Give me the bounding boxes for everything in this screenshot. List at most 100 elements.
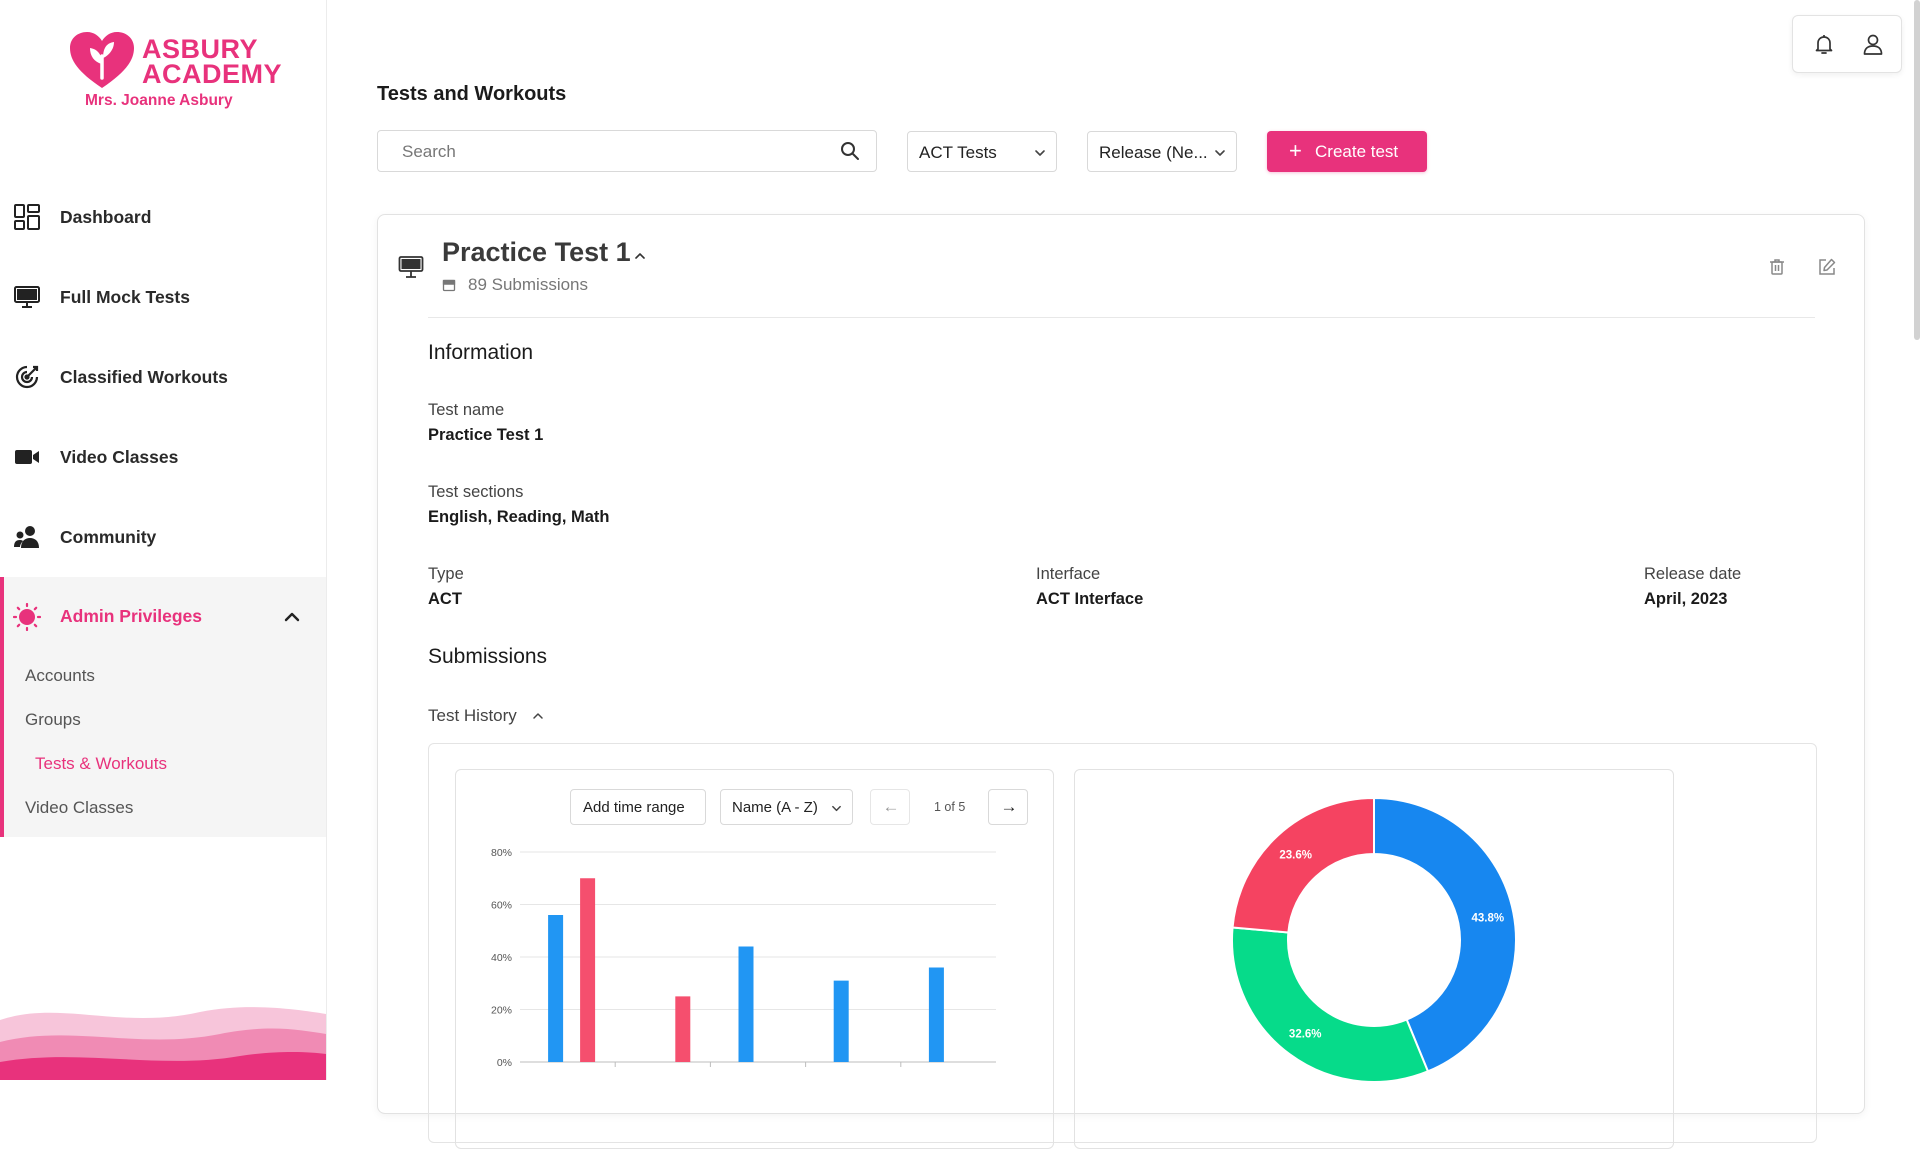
- page-indicator: 1 of 5: [934, 800, 966, 814]
- interface-label: Interface: [1036, 565, 1101, 583]
- select-value: Release (Ne...: [1099, 143, 1208, 162]
- test-card: Practice Test 1 89 Submissions Informati…: [377, 214, 1865, 1149]
- sort-select[interactable]: Release (Ne...: [1087, 131, 1237, 172]
- submissions-heading: Submissions: [428, 645, 548, 668]
- sidebar-item-dashboard[interactable]: Dashboard: [0, 189, 326, 245]
- test-name-label: Test name: [428, 401, 505, 419]
- test-title: Practice Test 1: [442, 237, 631, 267]
- y-tick-label: 80%: [491, 847, 512, 859]
- y-tick-label: 0%: [497, 1057, 512, 1069]
- y-tick-label: 20%: [491, 1005, 512, 1017]
- community-icon: [13, 523, 41, 551]
- sidebar-item-label: Classified Workouts: [60, 366, 228, 387]
- chevron-up-icon[interactable]: [633, 249, 647, 263]
- user-icon[interactable]: [1861, 32, 1885, 56]
- donut-slice[interactable]: [1231, 926, 1430, 1083]
- test-type-select[interactable]: ACT Tests: [907, 131, 1057, 172]
- heart-logo-icon: [70, 32, 134, 88]
- test-history-panel: Add time range Name (A - Z) ← 1 of 5 → 0…: [428, 743, 1817, 1149]
- sidebar-item-label: Video Classes: [60, 446, 179, 467]
- release-date-label: Release date: [1644, 565, 1742, 583]
- bar[interactable]: [548, 915, 564, 1062]
- donut-slice[interactable]: [1231, 796, 1375, 934]
- edit-icon[interactable]: [1817, 257, 1837, 277]
- search-input[interactable]: [377, 130, 877, 172]
- create-test-button[interactable]: + Create test: [1267, 131, 1427, 172]
- sidebar-subitem-video-classes[interactable]: Video Classes: [25, 798, 133, 818]
- sidebar-admin-section: Admin Privileges Accounts Groups Tests &…: [0, 577, 326, 837]
- chevron-down-icon: [832, 805, 841, 812]
- bar[interactable]: [928, 967, 944, 1063]
- arrow-left-icon: ←: [882, 797, 900, 816]
- test-name-value: Practice Test 1: [428, 426, 544, 444]
- bar[interactable]: [833, 980, 849, 1062]
- sidebar-item-community[interactable]: Community: [0, 509, 326, 565]
- target-icon: [13, 363, 41, 391]
- donut-slice-label: 32.6%: [1289, 1028, 1322, 1040]
- brand-owner: Mrs. Joanne Asbury: [85, 92, 233, 109]
- chevron-down-icon: [1035, 150, 1045, 156]
- monitor-icon: [398, 256, 424, 278]
- header-actions: [1792, 15, 1902, 73]
- sidebar-item-label: Full Mock Tests: [60, 286, 190, 307]
- select-value: ACT Tests: [919, 143, 997, 162]
- sort-name-select[interactable]: Name (A - Z): [720, 789, 853, 825]
- chevron-up-icon: [533, 713, 543, 719]
- prev-page-button[interactable]: ←: [870, 789, 910, 825]
- sidebar-item-admin-privileges[interactable]: Admin Privileges: [4, 577, 326, 657]
- page-scrollbar[interactable]: [1914, 0, 1920, 340]
- admin-icon: [13, 603, 41, 631]
- bar[interactable]: [580, 878, 596, 1062]
- information-heading: Information: [428, 341, 534, 364]
- release-date-value: April, 2023: [1644, 590, 1728, 608]
- sidebar-item-full-mock-tests[interactable]: Full Mock Tests: [0, 269, 326, 325]
- arrow-right-icon: →: [1000, 797, 1018, 816]
- test-history-label: Test History: [428, 706, 517, 725]
- sidebar-subitem-groups[interactable]: Groups: [25, 710, 81, 730]
- decorative-waves: [0, 1007, 326, 1080]
- page-title: Tests and Workouts: [377, 83, 567, 105]
- dashboard-icon: [13, 203, 41, 231]
- sidebar-item-label: Dashboard: [60, 206, 152, 227]
- bar[interactable]: [738, 946, 754, 1063]
- sidebar-item-classified-workouts[interactable]: Classified Workouts: [0, 349, 326, 405]
- test-sections-value: English, Reading, Math: [428, 508, 610, 526]
- create-test-label: Create test: [1315, 142, 1399, 161]
- sidebar: ASBURY ACADEMY Mrs. Joanne Asbury Dashbo…: [0, 0, 327, 1080]
- add-time-range-button[interactable]: Add time range: [570, 789, 706, 825]
- y-tick-label: 60%: [491, 900, 512, 912]
- sidebar-item-video-classes[interactable]: Video Classes: [0, 429, 326, 485]
- sidebar-subitem-tests-workouts[interactable]: Tests & Workouts: [35, 754, 167, 774]
- sort-name-label: Name (A - Z): [732, 799, 818, 816]
- y-tick-label: 40%: [491, 952, 512, 964]
- card-divider: [428, 317, 1815, 318]
- sidebar-subitem-accounts[interactable]: Accounts: [25, 666, 95, 686]
- bar[interactable]: [675, 996, 691, 1062]
- donut-chart-card: 43.8% 32.6% 23.6%: [1074, 769, 1674, 1149]
- video-icon: [13, 443, 41, 471]
- search-icon[interactable]: [839, 140, 861, 162]
- type-value: ACT: [428, 590, 462, 608]
- test-history-toggle[interactable]: Test History: [428, 706, 543, 726]
- donut-chart: 43.8% 32.6% 23.6%: [1231, 796, 1517, 1083]
- chevron-down-icon: [1215, 150, 1225, 156]
- interface-value: ACT Interface: [1036, 590, 1144, 608]
- brand-logo[interactable]: ASBURY ACADEMY Mrs. Joanne Asbury: [68, 28, 282, 116]
- brand-name-line2: ACADEMY: [142, 59, 283, 89]
- bar-chart: 0% 20% 40% 60% 80%: [491, 847, 996, 1069]
- chevron-up-icon[interactable]: [282, 607, 302, 627]
- bell-icon[interactable]: [1812, 32, 1836, 56]
- search-field[interactable]: [400, 140, 824, 164]
- submissions-count: 89 Submissions: [468, 275, 589, 294]
- test-sections-label: Test sections: [428, 483, 524, 501]
- donut-slice-label: 43.8%: [1472, 913, 1505, 925]
- plus-icon: +: [1289, 138, 1302, 163]
- trash-icon[interactable]: [1767, 257, 1787, 277]
- sidebar-item-label: Admin Privileges: [60, 606, 202, 626]
- add-time-range-label: Add time range: [583, 799, 685, 816]
- bar-chart-card: Add time range Name (A - Z) ← 1 of 5 → 0…: [455, 769, 1054, 1149]
- next-page-button[interactable]: →: [988, 789, 1028, 825]
- monitor-icon: [13, 283, 41, 311]
- sidebar-item-label: Community: [60, 526, 157, 547]
- type-label: Type: [428, 565, 464, 583]
